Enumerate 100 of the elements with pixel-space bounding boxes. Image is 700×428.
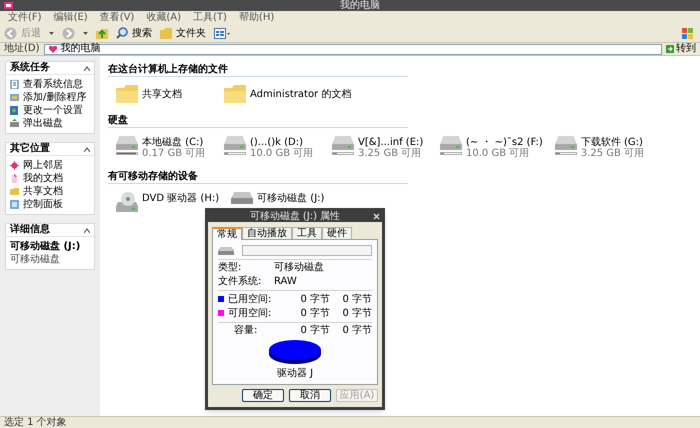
status-bar: 选定 1 个对象 bbox=[0, 416, 700, 428]
hard-drive-icon bbox=[554, 136, 577, 150]
capacity-label: 容量: bbox=[233, 324, 258, 336]
free-space-text: 10.0 GB 可用 bbox=[466, 148, 530, 159]
heart-icon bbox=[48, 46, 57, 52]
capacity-bar bbox=[554, 152, 577, 155]
collapse-icon[interactable] bbox=[84, 228, 90, 232]
search-icon bbox=[116, 27, 128, 39]
free-space-text: 3.25 GB 可用 bbox=[580, 148, 644, 159]
task-link[interactable]: 控制面板 bbox=[10, 199, 90, 210]
item-label[interactable]: V[&]...inf (E:) bbox=[358, 137, 424, 148]
collapse-icon[interactable] bbox=[84, 66, 90, 70]
menu-item[interactable]: 编辑(E) bbox=[54, 12, 88, 24]
task-link[interactable]: 查看系统信息 bbox=[10, 79, 90, 90]
bytes-value: 0 字节 bbox=[299, 324, 330, 336]
size-value: 0 字节 bbox=[341, 324, 372, 336]
item-label[interactable]: 下载软件 (G:) bbox=[580, 137, 644, 148]
window-icon bbox=[4, 2, 13, 9]
folder-icon bbox=[10, 187, 19, 196]
item-label[interactable]: 共享文档 bbox=[142, 89, 182, 100]
network-icon bbox=[10, 161, 19, 170]
capacity-bar bbox=[332, 152, 354, 155]
task-link[interactable]: 更改一个设置 bbox=[10, 105, 90, 116]
task-link[interactable]: 我的文档 bbox=[10, 173, 90, 184]
filesystem-value: RAW bbox=[274, 276, 297, 288]
space-label: 已用空间: bbox=[228, 294, 272, 305]
tab[interactable]: 常规 bbox=[212, 227, 242, 240]
capacity-bar bbox=[440, 152, 462, 155]
space-label: 可用空间: bbox=[228, 308, 272, 319]
task-link[interactable]: 弹出磁盘 bbox=[10, 118, 90, 129]
dialog-button[interactable]: 取消 bbox=[289, 389, 331, 402]
control-panel-icon bbox=[10, 200, 19, 209]
filesystem-label: 文件系统: bbox=[218, 276, 262, 288]
panel-title: 系统任务 bbox=[10, 62, 50, 74]
search-button[interactable]: 搜索 bbox=[116, 26, 152, 40]
hard-drive-icon bbox=[332, 136, 354, 150]
go-button[interactable]: 转到 bbox=[666, 44, 696, 54]
free-space-text: 10.0 GB 可用 bbox=[250, 148, 314, 159]
tab[interactable]: 工具 bbox=[292, 227, 322, 239]
close-icon[interactable] bbox=[373, 213, 380, 220]
task-link[interactable]: 共享文档 bbox=[10, 186, 90, 197]
folder-icon bbox=[224, 85, 246, 103]
address-label: 地址(D) bbox=[4, 43, 40, 55]
type-value: 可移动磁盘 bbox=[274, 262, 324, 274]
dialog-button[interactable]: 确定 bbox=[242, 389, 284, 402]
type-label: 类型: bbox=[218, 262, 242, 274]
settings-icon bbox=[10, 106, 19, 115]
panel-title: 详细信息 bbox=[10, 224, 50, 236]
windows-flag-icon bbox=[682, 28, 694, 39]
panel-title: 其它位置 bbox=[10, 143, 50, 155]
item-label[interactable]: Administrator 的文档 bbox=[250, 89, 352, 100]
tab[interactable]: 自动播放 bbox=[242, 227, 292, 239]
tab[interactable]: 硬件 bbox=[322, 227, 352, 239]
address-field[interactable]: 我的电脑 bbox=[44, 44, 662, 54]
views-icon[interactable] bbox=[214, 28, 230, 38]
dialog-title: 可移动磁盘 (J:) 属性 bbox=[250, 211, 340, 222]
capacity-bar bbox=[116, 152, 138, 155]
name-field[interactable] bbox=[242, 245, 372, 256]
menu-item[interactable]: 文件(F) bbox=[8, 12, 42, 24]
detail-type: 可移动磁盘 bbox=[10, 254, 61, 265]
drive-icon bbox=[218, 246, 234, 254]
folder-icon bbox=[116, 85, 138, 103]
section-title: 有可移动存储的设备 bbox=[108, 171, 408, 184]
menu-item[interactable]: 帮助(H) bbox=[238, 12, 274, 24]
folder-icon bbox=[160, 28, 172, 38]
info-icon bbox=[10, 80, 19, 89]
collapse-icon[interactable] bbox=[84, 146, 90, 152]
free-space-text: 0.17 GB 可用 bbox=[142, 148, 206, 159]
item-label[interactable]: 可移动磁盘 (J:) bbox=[257, 193, 324, 204]
removable-drive-icon bbox=[231, 192, 254, 204]
section-title: 在这台计算机上存储的文件 bbox=[108, 64, 408, 77]
bytes-value: 0 字节 bbox=[299, 308, 330, 319]
dropdown-caret-icon[interactable] bbox=[83, 32, 88, 34]
item-label[interactable]: 本地磁盘 (C:) bbox=[142, 137, 206, 148]
up-folder-icon[interactable] bbox=[96, 27, 108, 39]
item-label[interactable]: (~ ・ ~)ˉs2 (F:) bbox=[466, 137, 543, 148]
hard-drive-icon bbox=[440, 136, 462, 150]
size-value: 0 字节 bbox=[341, 294, 372, 305]
program-icon bbox=[10, 93, 19, 102]
hard-drive-icon bbox=[116, 136, 138, 150]
capacity-bar bbox=[224, 152, 246, 155]
menu-item[interactable]: 查看(V) bbox=[100, 12, 134, 24]
task-link[interactable]: 网上邻居 bbox=[10, 160, 90, 171]
dropdown-caret-icon[interactable] bbox=[49, 32, 54, 34]
hard-drive-icon bbox=[224, 136, 246, 150]
menu-item[interactable]: 收藏(A) bbox=[146, 12, 181, 24]
section-title: 硬盘 bbox=[108, 115, 408, 128]
item-label[interactable]: DVD 驱动器 (H:) bbox=[142, 193, 220, 204]
eject-icon bbox=[10, 119, 19, 128]
size-value: 0 字节 bbox=[341, 308, 372, 319]
dvd-drive-icon bbox=[116, 192, 138, 212]
detail-name: 可移动磁盘 (J:) bbox=[10, 241, 82, 252]
task-link[interactable]: 添加/删除程序 bbox=[10, 92, 90, 103]
item-label[interactable]: ()...()k (D:) bbox=[250, 137, 314, 148]
document-icon bbox=[10, 174, 19, 183]
pie-chart-drawing bbox=[268, 338, 322, 365]
folders-button[interactable]: 文件夹 bbox=[160, 26, 206, 40]
bytes-value: 0 字节 bbox=[299, 294, 330, 305]
free-space-text: 3.25 GB 可用 bbox=[358, 148, 422, 159]
menu-item[interactable]: 工具(T) bbox=[193, 12, 227, 24]
